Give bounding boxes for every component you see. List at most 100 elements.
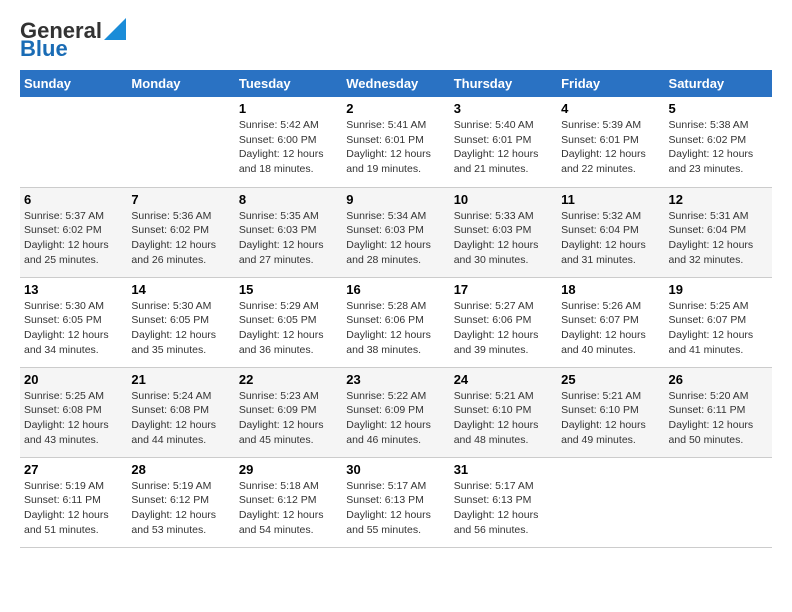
day-info: Sunrise: 5:19 AM Sunset: 6:12 PM Dayligh… xyxy=(131,479,230,538)
day-info: Sunrise: 5:32 AM Sunset: 6:04 PM Dayligh… xyxy=(561,209,660,268)
day-number: 26 xyxy=(669,372,768,387)
day-number: 25 xyxy=(561,372,660,387)
day-number: 2 xyxy=(346,101,445,116)
day-info: Sunrise: 5:24 AM Sunset: 6:08 PM Dayligh… xyxy=(131,389,230,448)
day-info: Sunrise: 5:21 AM Sunset: 6:10 PM Dayligh… xyxy=(561,389,660,448)
day-number: 29 xyxy=(239,462,338,477)
week-row-5: 27 Sunrise: 5:19 AM Sunset: 6:11 PM Dayli… xyxy=(20,457,772,547)
day-number: 27 xyxy=(24,462,123,477)
day-cell: 5Sunrise: 5:38 AM Sunset: 6:02 PM Daylig… xyxy=(665,97,772,187)
day-cell: 17 Sunrise: 5:27 AM Sunset: 6:06 PM Dayli… xyxy=(450,277,557,367)
day-info: Sunrise: 5:19 AM Sunset: 6:11 PM Dayligh… xyxy=(24,479,123,538)
col-header-friday: Friday xyxy=(557,70,664,97)
day-cell: 24Sunrise: 5:21 AM Sunset: 6:10 PM Dayli… xyxy=(450,367,557,457)
day-info: Sunrise: 5:41 AM Sunset: 6:01 PM Dayligh… xyxy=(346,118,445,177)
page-header: General Blue xyxy=(20,20,772,60)
day-cell xyxy=(557,457,664,547)
day-info: Sunrise: 5:27 AM Sunset: 6:06 PM Dayligh… xyxy=(454,299,553,358)
day-cell: 6 Sunrise: 5:37 AM Sunset: 6:02 PM Daylig… xyxy=(20,187,127,277)
day-cell: 16 Sunrise: 5:28 AM Sunset: 6:06 PM Dayli… xyxy=(342,277,449,367)
day-number: 6 xyxy=(24,192,123,207)
calendar-table: SundayMondayTuesdayWednesdayThursdayFrid… xyxy=(20,70,772,548)
day-number: 5 xyxy=(669,101,768,116)
logo: General Blue xyxy=(20,20,126,60)
day-cell: 20 Sunrise: 5:25 AM Sunset: 6:08 PM Dayli… xyxy=(20,367,127,457)
day-info: Sunrise: 5:25 AM Sunset: 6:08 PM Dayligh… xyxy=(24,389,123,448)
day-number: 23 xyxy=(346,372,445,387)
day-cell: 31 Sunrise: 5:17 AM Sunset: 6:13 PM Dayli… xyxy=(450,457,557,547)
day-number: 1 xyxy=(239,101,338,116)
day-info: Sunrise: 5:30 AM Sunset: 6:05 PM Dayligh… xyxy=(131,299,230,358)
calendar-header-row: SundayMondayTuesdayWednesdayThursdayFrid… xyxy=(20,70,772,97)
day-info: Sunrise: 5:36 AM Sunset: 6:02 PM Dayligh… xyxy=(131,209,230,268)
day-info: Sunrise: 5:35 AM Sunset: 6:03 PM Dayligh… xyxy=(239,209,338,268)
day-info: Sunrise: 5:23 AM Sunset: 6:09 PM Dayligh… xyxy=(239,389,338,448)
week-row-4: 20 Sunrise: 5:25 AM Sunset: 6:08 PM Dayli… xyxy=(20,367,772,457)
day-cell: 25 Sunrise: 5:21 AM Sunset: 6:10 PM Dayli… xyxy=(557,367,664,457)
week-row-3: 13 Sunrise: 5:30 AM Sunset: 6:05 PM Dayli… xyxy=(20,277,772,367)
day-cell: 14 Sunrise: 5:30 AM Sunset: 6:05 PM Dayli… xyxy=(127,277,234,367)
day-cell: 19 Sunrise: 5:25 AM Sunset: 6:07 PM Dayli… xyxy=(665,277,772,367)
day-number: 4 xyxy=(561,101,660,116)
day-info: Sunrise: 5:39 AM Sunset: 6:01 PM Dayligh… xyxy=(561,118,660,177)
day-number: 21 xyxy=(131,372,230,387)
day-number: 19 xyxy=(669,282,768,297)
day-number: 20 xyxy=(24,372,123,387)
day-info: Sunrise: 5:17 AM Sunset: 6:13 PM Dayligh… xyxy=(454,479,553,538)
day-number: 22 xyxy=(239,372,338,387)
day-number: 13 xyxy=(24,282,123,297)
col-header-wednesday: Wednesday xyxy=(342,70,449,97)
day-cell: 21 Sunrise: 5:24 AM Sunset: 6:08 PM Dayli… xyxy=(127,367,234,457)
col-header-tuesday: Tuesday xyxy=(235,70,342,97)
day-cell: 12Sunrise: 5:31 AM Sunset: 6:04 PM Dayli… xyxy=(665,187,772,277)
day-number: 12 xyxy=(669,192,768,207)
day-info: Sunrise: 5:28 AM Sunset: 6:06 PM Dayligh… xyxy=(346,299,445,358)
day-number: 28 xyxy=(131,462,230,477)
day-number: 18 xyxy=(561,282,660,297)
day-cell xyxy=(127,97,234,187)
day-info: Sunrise: 5:34 AM Sunset: 6:03 PM Dayligh… xyxy=(346,209,445,268)
day-cell: 18Sunrise: 5:26 AM Sunset: 6:07 PM Dayli… xyxy=(557,277,664,367)
col-header-saturday: Saturday xyxy=(665,70,772,97)
day-number: 15 xyxy=(239,282,338,297)
day-info: Sunrise: 5:21 AM Sunset: 6:10 PM Dayligh… xyxy=(454,389,553,448)
day-number: 11 xyxy=(561,192,660,207)
day-number: 31 xyxy=(454,462,553,477)
day-cell: 29Sunrise: 5:18 AM Sunset: 6:12 PM Dayli… xyxy=(235,457,342,547)
day-cell: 3Sunrise: 5:40 AM Sunset: 6:01 PM Daylig… xyxy=(450,97,557,187)
week-row-1: 1 Sunrise: 5:42 AM Sunset: 6:00 PM Daylig… xyxy=(20,97,772,187)
day-number: 14 xyxy=(131,282,230,297)
day-number: 10 xyxy=(454,192,553,207)
day-info: Sunrise: 5:37 AM Sunset: 6:02 PM Dayligh… xyxy=(24,209,123,268)
day-cell: 7 Sunrise: 5:36 AM Sunset: 6:02 PM Daylig… xyxy=(127,187,234,277)
day-cell: 28 Sunrise: 5:19 AM Sunset: 6:12 PM Dayli… xyxy=(127,457,234,547)
day-info: Sunrise: 5:30 AM Sunset: 6:05 PM Dayligh… xyxy=(24,299,123,358)
day-info: Sunrise: 5:29 AM Sunset: 6:05 PM Dayligh… xyxy=(239,299,338,358)
week-row-2: 6 Sunrise: 5:37 AM Sunset: 6:02 PM Daylig… xyxy=(20,187,772,277)
col-header-thursday: Thursday xyxy=(450,70,557,97)
day-info: Sunrise: 5:33 AM Sunset: 6:03 PM Dayligh… xyxy=(454,209,553,268)
day-cell: 26 Sunrise: 5:20 AM Sunset: 6:11 PM Dayli… xyxy=(665,367,772,457)
day-info: Sunrise: 5:25 AM Sunset: 6:07 PM Dayligh… xyxy=(669,299,768,358)
day-cell: 27 Sunrise: 5:19 AM Sunset: 6:11 PM Dayli… xyxy=(20,457,127,547)
day-number: 9 xyxy=(346,192,445,207)
day-cell: 13 Sunrise: 5:30 AM Sunset: 6:05 PM Dayli… xyxy=(20,277,127,367)
day-number: 7 xyxy=(131,192,230,207)
day-cell: 9 Sunrise: 5:34 AM Sunset: 6:03 PM Daylig… xyxy=(342,187,449,277)
day-number: 17 xyxy=(454,282,553,297)
day-cell: 10 Sunrise: 5:33 AM Sunset: 6:03 PM Dayli… xyxy=(450,187,557,277)
day-cell: 4 Sunrise: 5:39 AM Sunset: 6:01 PM Daylig… xyxy=(557,97,664,187)
day-info: Sunrise: 5:42 AM Sunset: 6:00 PM Dayligh… xyxy=(239,118,338,177)
day-info: Sunrise: 5:20 AM Sunset: 6:11 PM Dayligh… xyxy=(669,389,768,448)
day-number: 8 xyxy=(239,192,338,207)
day-number: 3 xyxy=(454,101,553,116)
day-cell: 11 Sunrise: 5:32 AM Sunset: 6:04 PM Dayli… xyxy=(557,187,664,277)
day-number: 16 xyxy=(346,282,445,297)
logo-arrow-icon xyxy=(104,18,126,40)
logo-container: General Blue xyxy=(20,20,126,60)
day-info: Sunrise: 5:22 AM Sunset: 6:09 PM Dayligh… xyxy=(346,389,445,448)
day-cell xyxy=(665,457,772,547)
day-cell: 22 Sunrise: 5:23 AM Sunset: 6:09 PM Dayli… xyxy=(235,367,342,457)
col-header-monday: Monday xyxy=(127,70,234,97)
day-cell: 23 Sunrise: 5:22 AM Sunset: 6:09 PM Dayli… xyxy=(342,367,449,457)
